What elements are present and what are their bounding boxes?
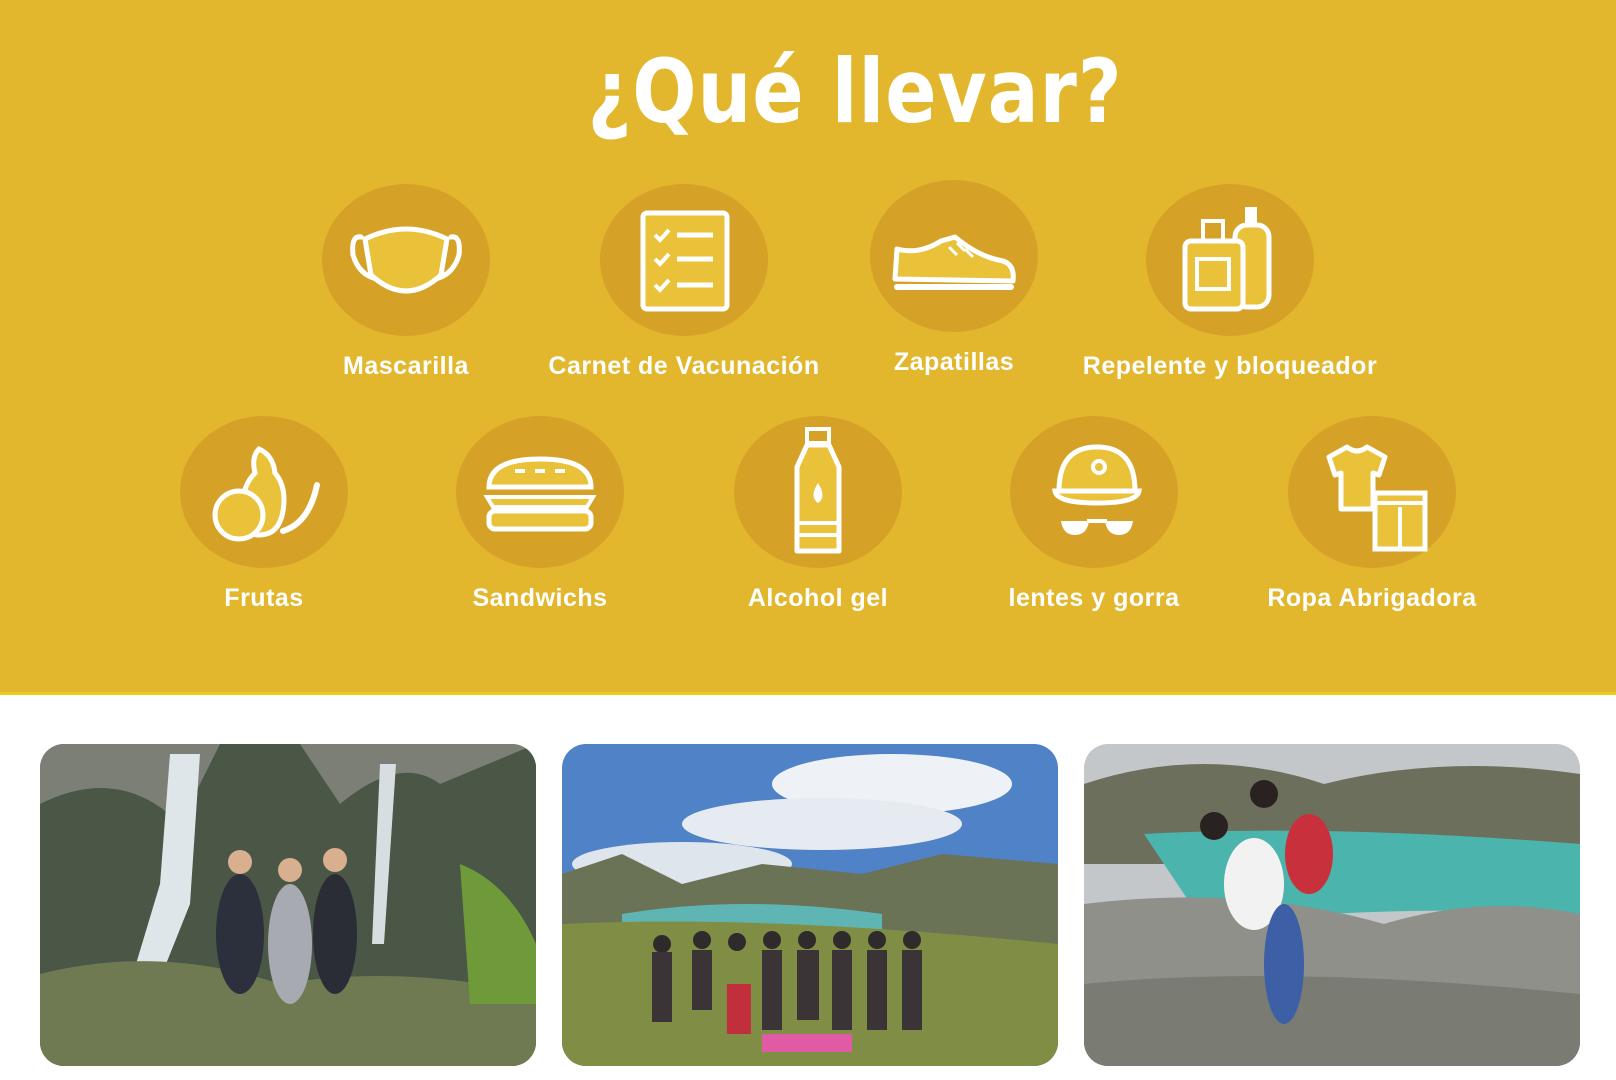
item-repelente: Repelente y bloqueador [1060, 184, 1400, 381]
page-title: ¿Qué llevar? [587, 40, 1123, 143]
fruits-icon [212, 446, 320, 542]
photo-couple-lake [1084, 744, 1580, 1066]
cap-and-sunglasses-icon [1052, 444, 1142, 535]
sandwich-icon [483, 456, 597, 532]
clothes-icon [1326, 444, 1428, 552]
water-bottle-icon [794, 427, 842, 554]
item-label: Ropa Abrigadora [1267, 584, 1477, 612]
photo-group-lake [562, 744, 1058, 1066]
sneaker-icon [892, 234, 1016, 290]
what-to-bring-banner: ¿Qué llevar? Mascarilla Carnet de Vacuna… [0, 0, 1616, 695]
photo-waterfall [40, 744, 536, 1066]
item-ropa: Ropa Abrigadora [1202, 416, 1542, 613]
face-mask-icon [350, 226, 462, 294]
item-label: Repelente y bloqueador [1082, 352, 1378, 380]
lotion-bottles-icon [1182, 207, 1272, 312]
checklist-icon [640, 210, 730, 312]
